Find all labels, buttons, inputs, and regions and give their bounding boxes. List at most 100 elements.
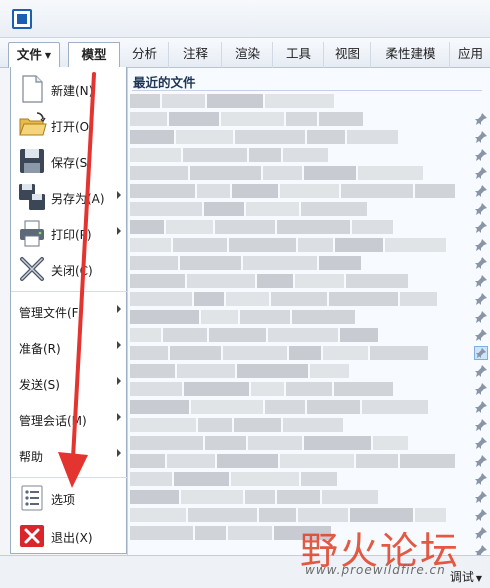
recent-file-redacted [130, 202, 202, 216]
recent-file-redacted [201, 310, 238, 324]
pin-icon[interactable] [474, 166, 488, 180]
pin-icon[interactable] [474, 400, 488, 414]
pin-icon[interactable] [474, 310, 488, 324]
menu-exit[interactable]: 退出(X) [11, 518, 127, 554]
recent-file-redacted [130, 310, 199, 324]
recent-file-redacted [221, 112, 284, 126]
tab-annotate-label: 注释 [182, 46, 208, 61]
pin-icon[interactable] [474, 328, 488, 342]
recent-file-redacted [356, 454, 398, 468]
menu-print[interactable]: 打印(P) [11, 215, 127, 251]
pin-icon[interactable] [474, 112, 488, 126]
recent-file-redacted [334, 382, 393, 396]
tab-render[interactable]: 渲染 [223, 42, 273, 68]
recent-file-redacted [217, 454, 278, 468]
recent-file-redacted [237, 364, 308, 378]
pin-icon[interactable] [474, 418, 488, 432]
menu-save[interactable]: 保存(S) [11, 143, 127, 179]
recent-file-redacted [130, 526, 193, 540]
tab-applications-label: 应用 [457, 46, 483, 61]
submenu-arrow-icon [117, 377, 121, 385]
submenu-arrow-icon [117, 227, 121, 235]
recent-file-redacted [346, 274, 408, 288]
recent-file-redacted [130, 472, 172, 486]
pin-icon[interactable] [474, 292, 488, 306]
menu-help[interactable]: 帮助 [11, 437, 127, 473]
pin-icon[interactable] [474, 346, 488, 360]
tab-model-label: 模型 [81, 47, 107, 62]
recent-file-redacted [169, 112, 219, 126]
menu-new[interactable]: 新建(N) [11, 71, 127, 107]
recent-file-redacted [130, 292, 192, 306]
pin-icon[interactable] [474, 508, 488, 522]
pin-icon[interactable] [474, 454, 488, 468]
pin-icon[interactable] [474, 274, 488, 288]
submenu-arrow-icon [117, 305, 121, 313]
recent-file-redacted [319, 256, 361, 270]
recent-file-redacted [263, 166, 302, 180]
menu-close[interactable]: 关闭(C) [11, 251, 127, 287]
pin-icon[interactable] [474, 148, 488, 162]
pin-icon[interactable] [474, 382, 488, 396]
menu-options[interactable]: 选项 [11, 480, 127, 516]
app-window-icon[interactable] [12, 9, 32, 29]
pin-icon[interactable] [474, 436, 488, 450]
menu-open-label: 打开(O) [51, 120, 94, 134]
recent-file-redacted [130, 382, 182, 396]
recent-file-redacted [130, 148, 181, 162]
pin-icon[interactable] [474, 256, 488, 270]
recent-file-redacted [130, 418, 196, 432]
pin-icon[interactable] [474, 364, 488, 378]
pin-icon[interactable] [474, 184, 488, 198]
tab-tools[interactable]: 工具 [274, 42, 324, 68]
tab-view[interactable]: 视图 [325, 42, 371, 68]
recent-file-redacted [323, 346, 368, 360]
tab-file-label: 文件 [16, 47, 42, 62]
pin-icon[interactable] [474, 130, 488, 144]
recent-file-redacted [163, 328, 207, 342]
recent-file-redacted [198, 418, 232, 432]
tab-view-label: 视图 [334, 46, 360, 61]
recent-file-redacted [130, 400, 189, 414]
recent-file-redacted [194, 292, 224, 306]
menu-open[interactable]: 打开(O) [11, 107, 127, 143]
menu-manage-session[interactable]: 管理会话(M) [11, 401, 127, 437]
recent-file-redacted [183, 148, 247, 162]
menu-save-as-label: 另存为(A) [51, 192, 105, 206]
title-bar [0, 0, 490, 38]
submenu-arrow-icon [117, 341, 121, 349]
tab-annotate[interactable]: 注释 [170, 42, 222, 68]
recent-file-redacted [207, 94, 263, 108]
recent-file-redacted [240, 310, 290, 324]
recent-file-redacted [173, 238, 227, 252]
tab-applications[interactable]: 应用 [451, 42, 490, 68]
recent-file-redacted [289, 346, 321, 360]
close-x-icon [20, 257, 44, 281]
tab-flexible-modeling-label: 柔性建模 [385, 46, 436, 61]
recent-file-redacted [400, 454, 455, 468]
menu-save-as[interactable]: 另存为(A) [11, 179, 127, 215]
pin-icon[interactable] [474, 526, 488, 540]
recent-file-redacted [205, 436, 246, 450]
tab-analysis[interactable]: 分析 [121, 42, 169, 68]
recent-file-redacted [130, 274, 185, 288]
recent-file-redacted [362, 400, 428, 414]
recent-file-redacted [162, 94, 205, 108]
tab-flexible-modeling[interactable]: 柔性建模 [372, 42, 450, 68]
menu-prepare[interactable]: 准备(R) [11, 329, 127, 365]
recent-files-title: 最近的文件 [133, 75, 196, 90]
pin-icon[interactable] [474, 202, 488, 216]
recent-file-redacted [197, 184, 230, 198]
pin-icon[interactable] [474, 238, 488, 252]
pin-icon[interactable] [474, 490, 488, 504]
pin-icon[interactable] [474, 220, 488, 234]
menu-send[interactable]: 发送(S) [11, 365, 127, 401]
tab-model[interactable]: 模型 [68, 42, 120, 68]
recent-file-redacted [400, 292, 437, 306]
tab-file[interactable]: 文件 ▼ [8, 42, 60, 68]
menu-divider [11, 291, 127, 292]
recent-file-redacted [181, 490, 243, 504]
recent-file-redacted [130, 508, 186, 522]
menu-manage-file[interactable]: 管理文件(F) [11, 293, 127, 329]
pin-icon[interactable] [474, 472, 488, 486]
